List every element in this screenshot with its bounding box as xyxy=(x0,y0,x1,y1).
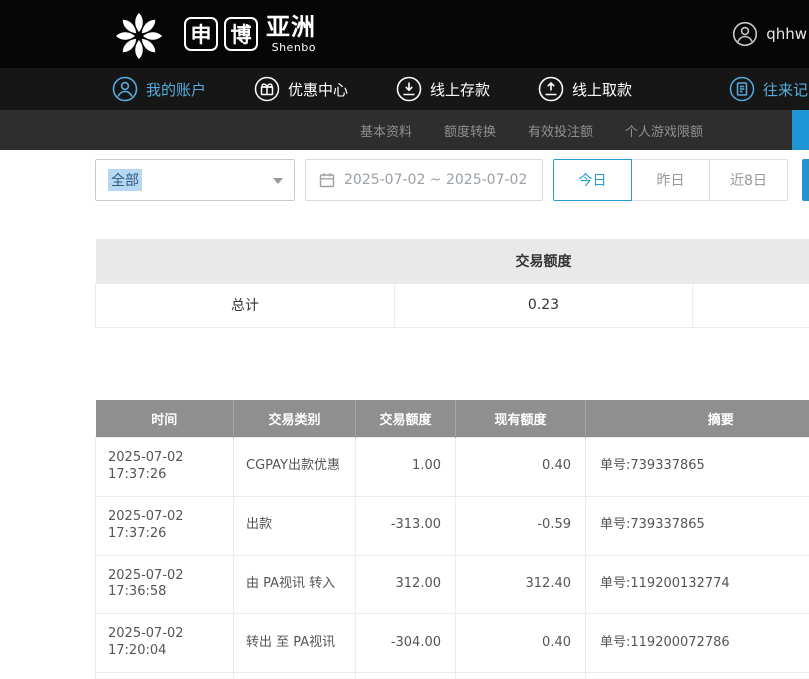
table-cell: -304.00 xyxy=(356,614,456,673)
column-header-amount: 交易额度 xyxy=(356,400,456,438)
summary-total-label: 总计 xyxy=(96,283,395,327)
nav-item-transaction-records[interactable]: 往来记录 xyxy=(729,76,809,102)
today-button[interactable]: 今日 xyxy=(553,159,632,201)
subnav-active-tab-partial[interactable] xyxy=(792,110,809,150)
summary-empty-cell xyxy=(693,283,809,327)
top-header: 申 博 亚洲 Shenbo qhhw xyxy=(0,0,809,68)
table-cell: 出款 xyxy=(234,496,356,555)
table-cell: 0.40 xyxy=(456,438,586,497)
column-header-summary: 摘要 xyxy=(586,400,809,438)
table-cell: -313.00 xyxy=(356,496,456,555)
summary-header-amount: 交易额度 xyxy=(395,239,693,283)
user-icon xyxy=(112,76,138,102)
transactions-table: 时间 交易类别 交易额度 现有额度 摘要 2025-07-02 17:37:26… xyxy=(95,400,809,679)
table-cell: 2025-07-02 17:37:26 xyxy=(96,438,234,497)
brand-shenbo: Shenbo xyxy=(272,42,316,53)
column-header-balance: 现有额度 xyxy=(456,400,586,438)
table-cell: 单号:202507034003950178 xyxy=(586,673,809,679)
summary-total-value: 0.23 xyxy=(395,283,693,327)
table-cell: 1.80 xyxy=(356,673,456,679)
table-cell: CGPAY-CG钱包支付笔笔送优惠 xyxy=(234,673,356,679)
search-button[interactable] xyxy=(802,159,809,201)
sub-nav: 基本资料 额度转换 有效投注额 个人游戏限额 xyxy=(0,110,809,150)
brand-char-bo: 博 xyxy=(224,17,258,51)
subnav-item-basic-info[interactable]: 基本资料 xyxy=(360,121,412,140)
table-cell: -0.59 xyxy=(456,496,586,555)
table-cell: 单号:739337865 xyxy=(586,438,809,497)
transactions-tbody: 2025-07-02 17:37:26CGPAY出款优惠1.000.40单号:7… xyxy=(96,438,809,679)
table-row: 2025-07-02 17:20:04转出 至 PA视讯-304.000.40单… xyxy=(96,614,809,673)
date-range-value: 2025-07-02 ~ 2025-07-02 xyxy=(344,172,527,188)
nav-item-label: 优惠中心 xyxy=(288,79,348,100)
table-cell: 0.40 xyxy=(456,614,586,673)
subnav-item-personal-game-limit[interactable]: 个人游戏限额 xyxy=(625,121,703,140)
table-cell: 单号:119200072786 xyxy=(586,614,809,673)
table-cell: 304.40 xyxy=(456,673,586,679)
nav-item-label: 线上取款 xyxy=(572,79,632,100)
table-row: 2025-07-02 17:37:26出款-313.00-0.59单号:7393… xyxy=(96,496,809,555)
table-cell: CGPAY出款优惠 xyxy=(234,438,356,497)
table-cell: 由 PA视讯 转入 xyxy=(234,555,356,614)
table-cell: 转出 至 PA视讯 xyxy=(234,614,356,673)
nav-item-label: 线上存款 xyxy=(430,79,490,100)
table-cell: 2025-07-02 17:36:58 xyxy=(96,555,234,614)
date-range-input[interactable]: 2025-07-02 ~ 2025-07-02 xyxy=(305,159,543,201)
flower-logo-icon xyxy=(112,7,166,61)
table-row: 2025-07-02 17:36:58由 PA视讯 转入312.00312.40… xyxy=(96,555,809,614)
transactions-header-row: 时间 交易类别 交易额度 现有额度 摘要 xyxy=(96,400,809,438)
main-nav: 我的账户 优惠中心 线上存款 xyxy=(0,68,809,110)
last-8-days-button[interactable]: 近8日 xyxy=(709,159,788,201)
gift-icon xyxy=(254,76,280,102)
nav-item-my-account[interactable]: 我的账户 xyxy=(112,76,206,102)
table-row: 2025-07-02 17:37:26CGPAY出款优惠1.000.40单号:7… xyxy=(96,438,809,497)
table-cell: 312.00 xyxy=(356,555,456,614)
subnav-item-valid-bets[interactable]: 有效投注额 xyxy=(528,121,593,140)
filter-bar: 全部 2025-07-02 ~ 2025-07-02 今日 昨日 近8日 xyxy=(95,159,809,201)
table-cell: 2025-07-02 17:20:04 xyxy=(96,614,234,673)
yesterday-button[interactable]: 昨日 xyxy=(631,159,710,201)
category-select-value: 全部 xyxy=(108,169,142,191)
category-select[interactable]: 全部 xyxy=(95,159,295,201)
quick-date-buttons: 今日 昨日 近8日 xyxy=(553,159,788,201)
summary-header-empty xyxy=(693,239,809,283)
brand-char-shen: 申 xyxy=(184,17,218,51)
column-header-type: 交易类别 xyxy=(234,400,356,438)
nav-item-deposit[interactable]: 线上存款 xyxy=(396,76,490,102)
nav-item-withdraw[interactable]: 线上取款 xyxy=(538,76,632,102)
deposit-icon xyxy=(396,76,422,102)
summary-header-row: 交易额度 xyxy=(96,239,809,283)
brand-yazhou: 亚洲 xyxy=(266,15,316,39)
table-cell: 单号:739337865 xyxy=(586,496,809,555)
table-cell: 2025-07-02 17:19:37 xyxy=(96,673,234,679)
withdraw-icon xyxy=(538,76,564,102)
table-cell: 312.40 xyxy=(456,555,586,614)
summary-total-row: 总计 0.23 xyxy=(96,283,809,327)
table-cell: 1.00 xyxy=(356,438,456,497)
nav-item-label: 我的账户 xyxy=(146,79,206,100)
table-cell: 2025-07-02 17:37:26 xyxy=(96,496,234,555)
column-header-time: 时间 xyxy=(96,400,234,438)
summary-table: 交易额度 总计 0.23 xyxy=(95,239,809,328)
page: 申 博 亚洲 Shenbo qhhw xyxy=(0,0,809,679)
user-account-menu[interactable]: qhhw xyxy=(732,0,807,68)
nav-item-promotions[interactable]: 优惠中心 xyxy=(254,76,348,102)
chevron-down-icon xyxy=(273,178,283,184)
subnav-item-credit-transfer[interactable]: 额度转换 xyxy=(444,121,496,140)
table-row: 2025-07-02 17:19:37CGPAY-CG钱包支付笔笔送优惠1.80… xyxy=(96,673,809,679)
username: qhhw xyxy=(766,25,807,43)
summary-header-empty xyxy=(96,239,395,283)
calendar-icon xyxy=(319,172,335,188)
table-cell: 单号:119200132774 xyxy=(586,555,809,614)
records-icon xyxy=(729,76,755,102)
brand-logo[interactable]: 申 博 亚洲 Shenbo xyxy=(112,7,316,61)
nav-item-label: 往来记录 xyxy=(763,79,809,100)
avatar-icon xyxy=(732,21,758,47)
